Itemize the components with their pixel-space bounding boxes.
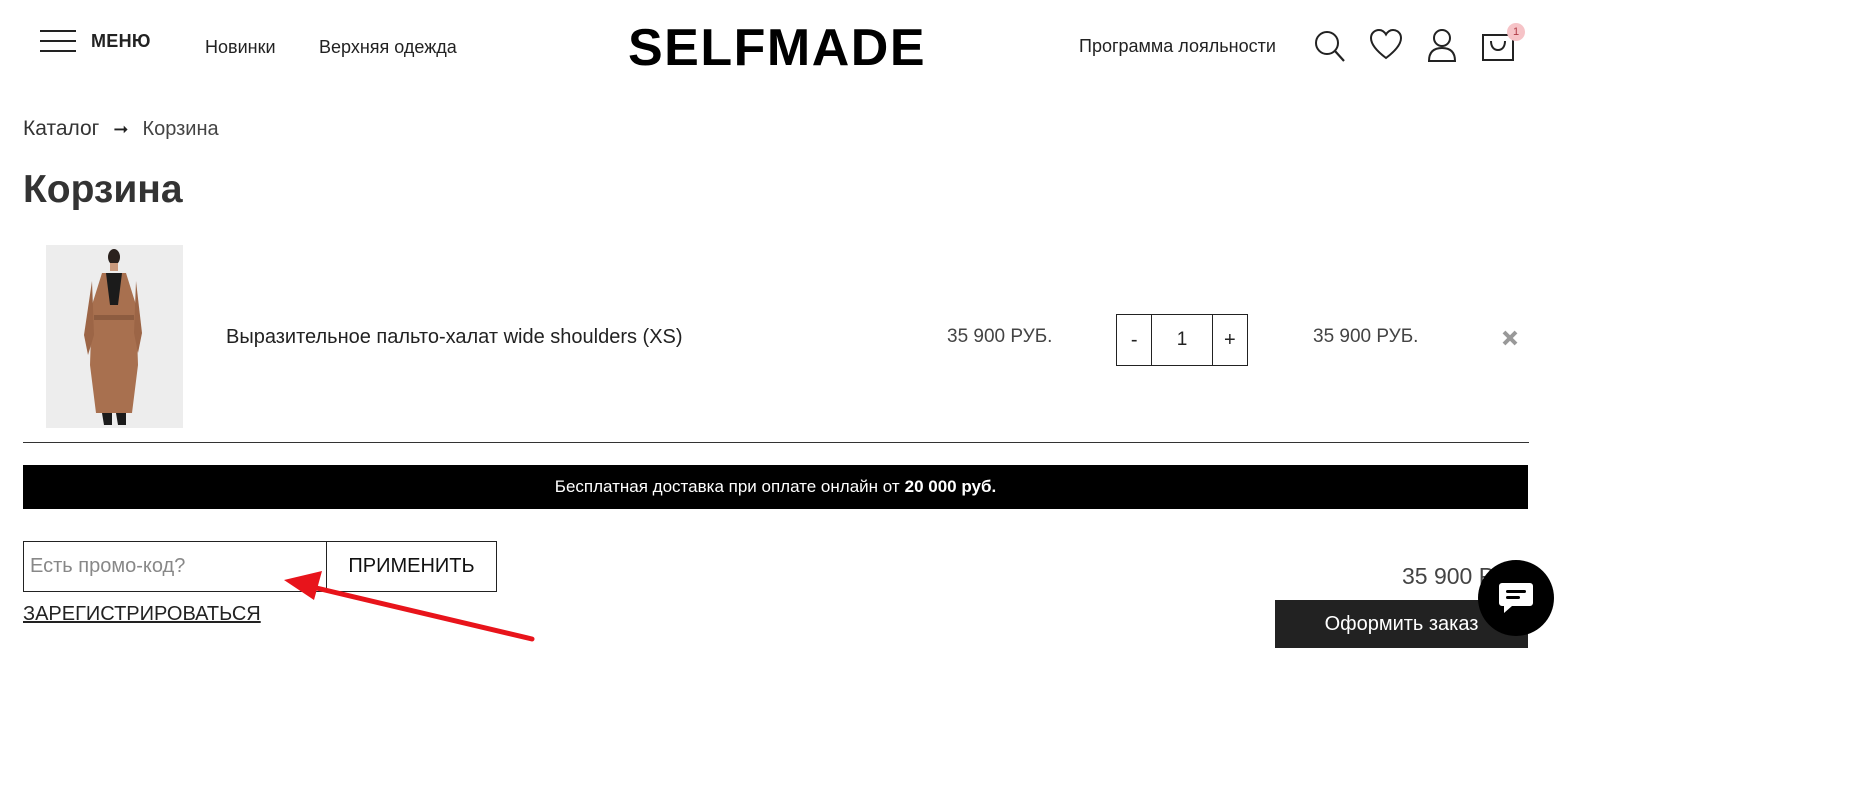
heart-icon[interactable] (1368, 27, 1404, 65)
free-delivery-banner: Бесплатная доставка при оплате онлайн от… (23, 465, 1528, 509)
search-icon[interactable] (1312, 27, 1348, 65)
register-link[interactable]: ЗАРЕГИСТРИРОВАТЬСЯ (23, 603, 261, 626)
product-subtotal: 35 900 РУБ. (1313, 326, 1419, 347)
delivery-amount: 20 000 руб. (904, 477, 997, 496)
promo-code-input[interactable] (24, 542, 326, 591)
breadcrumb: Каталог ➞ Корзина (23, 117, 219, 141)
promo-code-form: ПРИМЕНИТЬ (23, 541, 497, 592)
chat-widget-button[interactable] (1478, 560, 1554, 636)
site-header: МЕНЮ Новинки Верхняя одежда SELFMADE Про… (0, 0, 1856, 95)
quantity-decrease-button[interactable]: - (1117, 315, 1151, 365)
loyalty-program-link[interactable]: Программа лояльности (1079, 36, 1276, 57)
user-icon[interactable] (1424, 27, 1460, 65)
breadcrumb-arrow-icon: ➞ (113, 118, 129, 139)
chat-bubble-icon (1499, 583, 1533, 613)
product-image[interactable] (46, 245, 183, 428)
nav-link-new[interactable]: Новинки (205, 37, 276, 58)
divider (23, 442, 1529, 443)
annotation-arrow-icon (284, 571, 535, 642)
nav-link-outerwear[interactable]: Верхняя одежда (319, 37, 457, 58)
quantity-value[interactable]: 1 (1151, 315, 1213, 365)
product-name[interactable]: Выразительное пальто-халат wide shoulder… (226, 326, 683, 349)
hamburger-icon (40, 30, 76, 52)
cart-count-badge: 1 (1507, 23, 1525, 41)
quantity-increase-button[interactable]: + (1213, 315, 1247, 365)
product-price: 35 900 РУБ. (947, 326, 1053, 347)
breadcrumb-current: Корзина (142, 117, 219, 140)
menu-label: МЕНЮ (91, 30, 151, 51)
quantity-stepper: - 1 + (1116, 314, 1248, 366)
site-logo[interactable]: SELFMADE (628, 18, 926, 78)
remove-item-close-icon[interactable] (1500, 328, 1520, 348)
menu-button[interactable]: МЕНЮ (40, 30, 151, 52)
apply-promo-button[interactable]: ПРИМЕНИТЬ (326, 542, 496, 591)
breadcrumb-catalog[interactable]: Каталог (23, 117, 99, 141)
page-title: Корзина (23, 168, 183, 211)
delivery-text: Бесплатная доставка при оплате онлайн от (554, 477, 900, 496)
